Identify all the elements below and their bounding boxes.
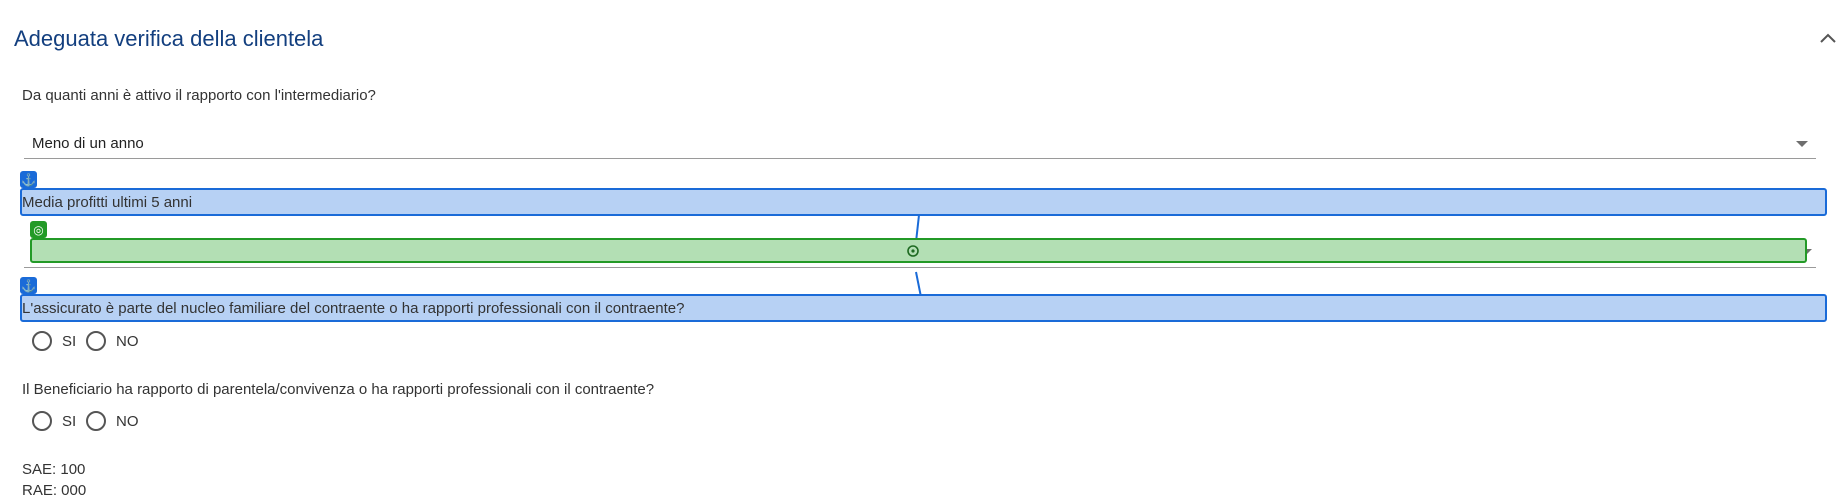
chevron-up-icon[interactable] (1816, 28, 1840, 48)
annotation-highlight (20, 188, 1827, 216)
question-beneficiario-label: Il Beneficiario ha rapporto di parentela… (22, 381, 655, 398)
section-title: Adeguata verifica della clientela (14, 26, 324, 51)
anchor-icon: ⚓ (20, 171, 37, 188)
radio-beneficiario-si[interactable] (32, 411, 52, 431)
question-profitti-label: Media profitti ultimi 5 anni (22, 194, 193, 211)
radio-assicurato-si[interactable] (32, 331, 52, 351)
crosshair-icon (907, 245, 919, 257)
anchor-icon: ⚓ (20, 277, 37, 294)
rapporto-select-underline (24, 158, 1816, 159)
rapporto-select[interactable]: Meno di un anno (24, 130, 1816, 160)
question-assicurato-label: L'assicurato è parte del nucleo familiar… (22, 300, 685, 317)
radio-beneficiario-no-label: NO (116, 413, 139, 430)
chevron-down-icon (1796, 141, 1808, 147)
radio-beneficiario-no[interactable] (86, 411, 106, 431)
question-rapporto-label: Da quanti anni è attivo il rapporto con … (22, 87, 376, 104)
profitti-select-underline (24, 267, 1816, 268)
radio-assicurato-si-label: SI (62, 333, 77, 350)
target-icon: ◎ (30, 221, 47, 238)
radio-assicurato-no[interactable] (86, 331, 106, 351)
radio-assicurato-no-label: NO (116, 333, 139, 350)
sae-value: SAE: 100 (22, 461, 86, 478)
radio-beneficiario-si-label: SI (62, 413, 77, 430)
rapporto-select-value: Meno di un anno (32, 135, 144, 152)
